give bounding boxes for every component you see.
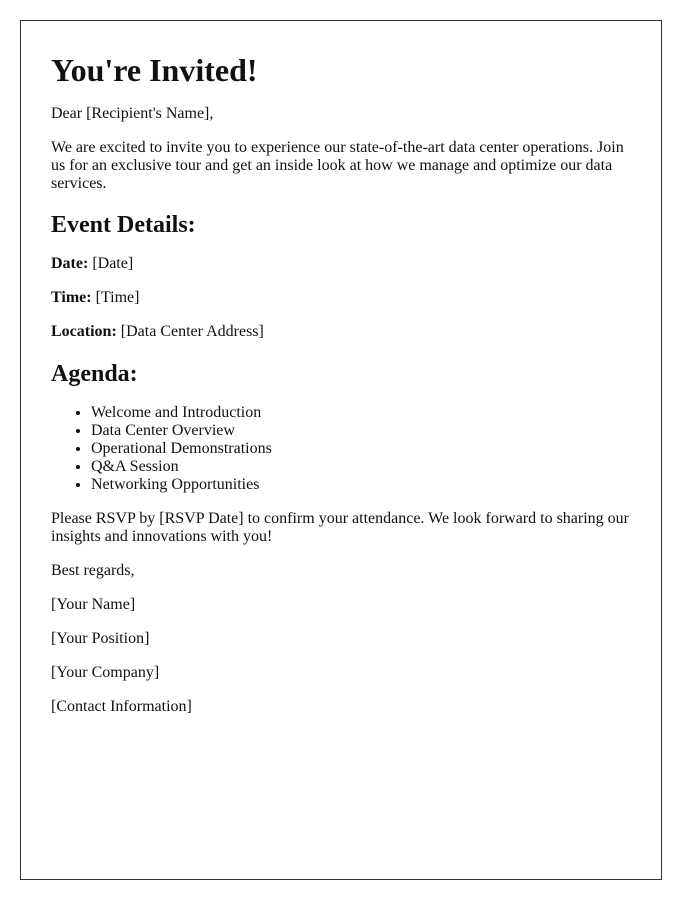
agenda-item: Welcome and Introduction (91, 404, 631, 422)
invitation-letter: You're Invited! Dear [Recipient's Name],… (20, 20, 662, 880)
detail-value: [Time] (95, 289, 140, 306)
greeting: Dear [Recipient's Name], (51, 105, 214, 122)
event-detail-location: Location: [Data Center Address] (51, 323, 631, 341)
agenda-list: Welcome and Introduction Data Center Ove… (51, 404, 631, 494)
detail-value: [Data Center Address] (120, 323, 264, 340)
agenda-item: Data Center Overview (91, 422, 631, 440)
signature-contact: [Contact Information] (51, 698, 192, 715)
closing: Best regards, (51, 562, 135, 579)
detail-value: [Date] (92, 255, 134, 272)
detail-label: Date: (51, 255, 89, 272)
detail-label: Time: (51, 289, 92, 306)
signature-name: [Your Name] (51, 596, 136, 613)
signature-position: [Your Position] (51, 630, 150, 647)
detail-label: Location: (51, 323, 117, 340)
agenda-item: Operational Demonstrations (91, 440, 631, 458)
rsvp-paragraph: Please RSVP by [RSVP Date] to confirm yo… (51, 510, 630, 545)
event-detail-date: Date: [Date] (51, 255, 631, 273)
intro-paragraph: We are excited to invite you to experien… (51, 139, 624, 192)
agenda-item: Q&A Session (91, 458, 631, 476)
signature-company: [Your Company] (51, 664, 160, 681)
agenda-heading: Agenda: (51, 361, 138, 387)
event-detail-time: Time: [Time] (51, 289, 631, 307)
letter-title: You're Invited! (51, 52, 258, 88)
agenda-item: Networking Opportunities (91, 476, 631, 494)
event-details-heading: Event Details: (51, 212, 196, 238)
